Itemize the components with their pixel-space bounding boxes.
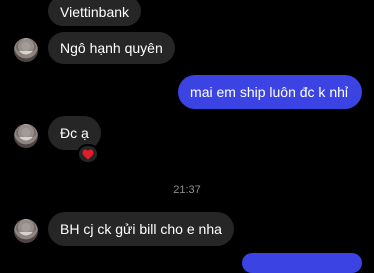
avatar[interactable] bbox=[14, 124, 38, 148]
reaction-badge[interactable] bbox=[77, 144, 99, 164]
message-bubble-incoming[interactable]: BH cj ck gửi bill cho e nha bbox=[48, 212, 234, 246]
avatar-hair-shape bbox=[16, 39, 36, 51]
chat-thread: Viettinbank Ngô hạnh quyên mai em ship l… bbox=[0, 0, 374, 273]
message-bubble-incoming[interactable]: Ngô hạnh quyên bbox=[48, 32, 175, 64]
message-bubble-outgoing[interactable]: mai em ship luôn đc k nhỉ bbox=[178, 75, 362, 109]
avatar-hair-shape bbox=[16, 220, 36, 232]
avatar[interactable] bbox=[14, 219, 38, 243]
avatar[interactable] bbox=[14, 38, 38, 62]
avatar-hair-shape bbox=[16, 125, 36, 137]
timestamp: 21:37 bbox=[173, 184, 201, 196]
heart-icon bbox=[82, 149, 94, 159]
message-bubble-outgoing-partial[interactable] bbox=[242, 253, 362, 273]
message-bubble-incoming[interactable]: Viettinbank bbox=[48, 0, 142, 26]
